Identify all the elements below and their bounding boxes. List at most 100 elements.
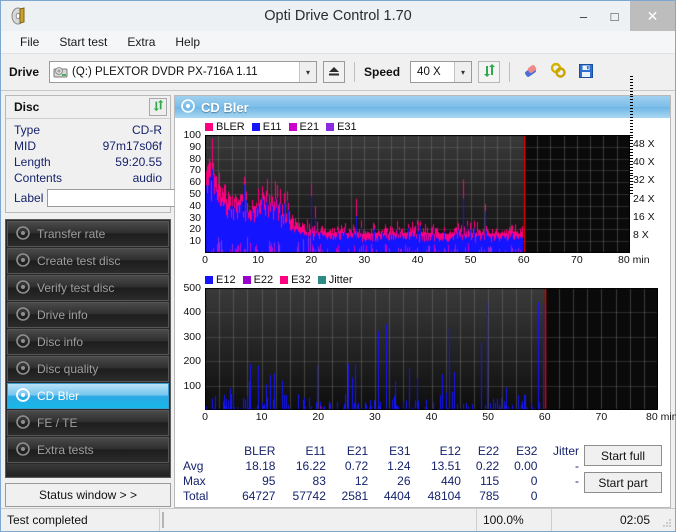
stats-cell: 440 [440, 473, 461, 488]
sidebar-item-transfer-rate[interactable]: Transfer rate [7, 221, 169, 247]
disc-icon [16, 387, 30, 405]
progress-percent: 100.0% [477, 509, 552, 531]
save-icon [578, 63, 594, 82]
e12-plot-area[interactable]: 100 200 300 400 500 0 10 20 30 40 50 60 70 80 min [179, 282, 676, 424]
disc-label-caption: Label [14, 191, 44, 205]
e12-plot-canvas[interactable] [205, 288, 658, 410]
sidebar-item-disc-info[interactable]: Disc info [7, 329, 169, 355]
status-message: Test completed [1, 509, 160, 531]
stats-cell: 16.22 [295, 458, 326, 473]
legend-label: E21 [299, 120, 320, 133]
bler-plot-canvas[interactable] [205, 135, 630, 253]
x-tick-label: 0 [202, 411, 208, 423]
disc-length-value: 59:20.55 [115, 155, 162, 169]
stats-cell: 26 [397, 473, 411, 488]
stats-table: BLER E11 E21 E31 E12 E22 E32 Jitter Avg [179, 443, 583, 503]
y-tick-label: 50 [189, 188, 201, 200]
menu-item-help[interactable]: Help [166, 33, 209, 51]
y-tick-label: 90 [189, 140, 201, 153]
status-window-button[interactable]: Status window > > [5, 483, 171, 507]
menu-item-start-test[interactable]: Start test [50, 33, 116, 51]
y-tick-label: 30 [189, 211, 201, 224]
y-tick-label: 20 [189, 223, 201, 236]
chevron-down-icon[interactable]: ▾ [454, 62, 472, 82]
close-button[interactable]: ✕ [630, 1, 675, 31]
e12-y-axis-labels: 100 200 300 400 500 [179, 282, 201, 410]
x-tick-label: 30 [369, 411, 381, 423]
x-tick-label: 80 min [646, 411, 676, 423]
app-disc-icon [9, 6, 29, 26]
bler-chart-legend: BLER E11 E21 E31 [179, 120, 666, 133]
disc-refresh-button[interactable] [149, 98, 167, 116]
refresh-icon [482, 63, 497, 81]
sidebar-item-extra-tests[interactable]: Extra tests [7, 437, 169, 463]
stats-cell: 0 [530, 473, 538, 488]
start-part-button[interactable]: Start part [584, 472, 662, 493]
menu-item-extra[interactable]: Extra [118, 33, 164, 51]
sidebar-item-label: Transfer rate [37, 227, 106, 241]
start-full-button[interactable]: Start full [584, 445, 662, 466]
x-tick-label: 50 [482, 411, 494, 423]
toolbar-divider-1 [354, 62, 356, 82]
stats-area: BLER E11 E21 E31 E12 E22 E32 Jitter Avg [175, 441, 670, 507]
legend-label: E12 [216, 273, 236, 286]
sidebar-item-label: Drive info [37, 308, 88, 322]
stats-cell: 0.72 [344, 458, 369, 473]
chevron-down-icon[interactable]: ▾ [299, 62, 317, 82]
legend-label: Jitter [328, 273, 353, 286]
minimize-button[interactable]: – [568, 1, 599, 31]
status-bar: Test completed 100.0% 02:05 [1, 508, 675, 531]
sidebar-item-cd-bler[interactable]: CD Bler [7, 383, 169, 409]
sidebar-item-fe-te[interactable]: FE / TE [7, 410, 169, 436]
stats-cell: 0.00 [514, 458, 538, 473]
panel-header: CD Bler [175, 96, 670, 118]
sidebar-item-verify-test-disc[interactable]: Verify test disc [7, 275, 169, 301]
disc-icon [16, 225, 30, 243]
y-tick-label: 400 [183, 306, 201, 319]
disc-row-length: Length 59:20.55 [14, 154, 162, 170]
save-button[interactable] [575, 61, 597, 83]
eraser-icon [522, 62, 539, 82]
eject-button[interactable] [323, 61, 346, 83]
speed-tick-label: 8 X [633, 228, 649, 241]
sidebar-item-drive-info[interactable]: Drive info [7, 302, 169, 328]
erase-button[interactable] [519, 61, 541, 83]
disc-icon [16, 333, 30, 351]
stats-col-jitter: Jitter [552, 443, 579, 458]
legend-item-e31: E31 [326, 121, 357, 133]
stats-cell: 0 [530, 488, 538, 503]
speed-select[interactable]: 40 X ▾ [410, 61, 473, 83]
maximize-button[interactable]: □ [599, 1, 630, 31]
speed-value: 40 X [417, 66, 441, 78]
drive-select[interactable]: (Q:) PLEXTOR DVDR PX-716A 1.11 ▾ [49, 61, 318, 83]
disc-icon [16, 306, 30, 324]
stats-col-e12: E12 [439, 443, 461, 458]
bler-plot-area[interactable]: 10 20 30 40 50 60 70 80 90 100 8 X 16 X 24 X 32 X 40 … [179, 76, 666, 267]
sidebar-item-label: Extra tests [37, 443, 94, 457]
legend-label: E22 [253, 273, 274, 286]
stats-cell: 57742 [292, 488, 326, 503]
y-tick-label: 60 [189, 176, 201, 189]
disc-icon [181, 98, 195, 116]
stats-cell: 64727 [242, 488, 276, 503]
refresh-button[interactable] [478, 61, 501, 83]
table-row: Total 64727 57742 2581 4404 48104 785 0 [179, 488, 583, 503]
legend-item-e21: E21 [288, 120, 320, 133]
stats-cell: 13.51 [430, 458, 461, 473]
left-sidebar: Disc Type CD-R MID 97m17s06f Length 59:2… [5, 95, 252, 508]
x-tick-label: 0 [202, 254, 208, 266]
sidebar-item-create-test-disc[interactable]: Create test disc [7, 248, 169, 274]
menu-item-file[interactable]: File [11, 33, 48, 51]
menu-bar: File Start test Extra Help [1, 31, 675, 54]
stats-row-label: Max [183, 473, 206, 488]
bler-y-axis-labels: 10 20 30 40 50 60 70 80 90 100 [179, 129, 201, 253]
plug-button[interactable] [547, 61, 569, 83]
y-tick-label: 80 [189, 152, 201, 165]
e12-chart: E12 E22 E32 Jitter 100 200 300 400 500 0… [179, 273, 676, 424]
sidebar-item-label: CD Bler [37, 389, 80, 403]
resize-grip[interactable] [656, 509, 675, 531]
stats-col-e22: E22 [477, 443, 500, 458]
y-tick-label: 10 [189, 235, 201, 248]
cd-bler-panel: CD Bler BLER E11 E21 E31 10 20 30 40 50 … [174, 76, 676, 508]
sidebar-item-disc-quality[interactable]: Disc quality [7, 356, 169, 382]
